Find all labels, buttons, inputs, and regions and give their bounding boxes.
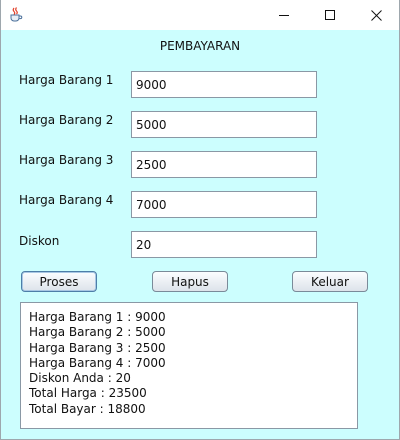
maximize-button[interactable] [307, 0, 353, 30]
harga-barang-1-label: Harga Barang 1 [19, 73, 114, 87]
harga-barang-4-label: Harga Barang 4 [19, 193, 114, 207]
title-bar[interactable] [1, 0, 399, 30]
result-line: Harga Barang 3 : 2500 [29, 340, 166, 355]
proses-button[interactable]: Proses [21, 271, 97, 292]
diskon-input[interactable] [131, 231, 317, 258]
harga-barang-4-input[interactable] [131, 191, 317, 218]
harga-barang-3-input[interactable] [131, 151, 317, 178]
result-line: Total Bayar : 18800 [29, 401, 146, 416]
minimize-icon [279, 15, 289, 16]
result-line: Harga Barang 2 : 5000 [29, 325, 166, 340]
result-line: Diskon Anda : 20 [29, 371, 131, 386]
app-window: PEMBAYARAN Harga Barang 1 Harga Barang 2… [0, 0, 400, 440]
result-textarea[interactable]: Harga Barang 1 : 9000 Harga Barang 2 : 5… [20, 302, 358, 429]
harga-barang-1-input[interactable] [131, 71, 317, 98]
maximize-icon [325, 10, 335, 20]
minimize-button[interactable] [261, 0, 307, 30]
result-line: Harga Barang 4 : 7000 [29, 355, 166, 370]
close-icon [370, 9, 382, 21]
harga-barang-2-input[interactable] [131, 111, 317, 138]
keluar-button[interactable]: Keluar [292, 271, 368, 292]
result-line: Harga Barang 1 : 9000 [29, 310, 166, 324]
close-button[interactable] [353, 0, 399, 30]
hapus-button[interactable]: Hapus [152, 271, 228, 292]
harga-barang-2-label: Harga Barang 2 [19, 113, 114, 127]
page-title: PEMBAYARAN [159, 39, 241, 53]
java-cup-icon[interactable] [8, 6, 24, 22]
form-panel: PEMBAYARAN Harga Barang 1 Harga Barang 2… [1, 30, 399, 439]
diskon-label: Diskon [19, 234, 60, 248]
result-line: Total Harga : 23500 [29, 386, 147, 401]
harga-barang-3-label: Harga Barang 3 [19, 153, 114, 167]
